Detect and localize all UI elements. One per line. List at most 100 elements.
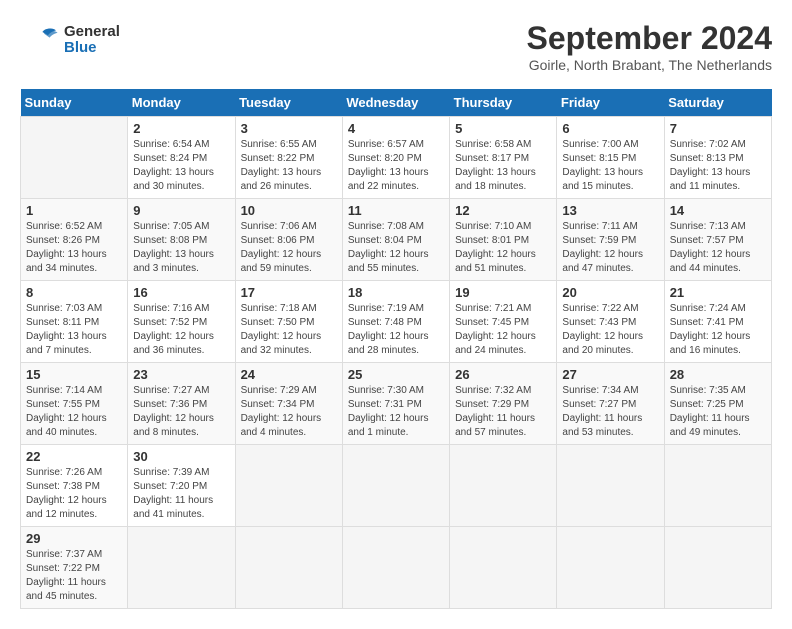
day-info: Sunrise: 7:06 AMSunset: 8:06 PMDaylight:… (241, 220, 337, 276)
calendar-cell: 16Sunrise: 7:16 AMSunset: 7:52 PMDayligh… (128, 281, 235, 363)
day-number: 1 (26, 203, 122, 218)
day-number: 22 (26, 449, 122, 464)
calendar-week-row: 1Sunrise: 6:52 AMSunset: 8:26 PMDaylight… (21, 199, 772, 281)
day-info: Sunrise: 6:57 AMSunset: 8:20 PMDaylight:… (348, 138, 444, 194)
calendar-header-row: SundayMondayTuesdayWednesdayThursdayFrid… (21, 89, 772, 117)
day-info: Sunrise: 7:22 AMSunset: 7:43 PMDaylight:… (562, 302, 658, 358)
day-number: 28 (670, 367, 766, 382)
day-number: 19 (455, 285, 551, 300)
day-number: 16 (133, 285, 229, 300)
calendar-cell: 28 Sunrise: 7:35 AMSunset: 7:25 PMDayligh… (664, 363, 771, 445)
day-info: Sunrise: 7:14 AMSunset: 7:55 PMDaylight:… (26, 384, 122, 440)
calendar-week-row: 29Sunrise: 7:37 AMSunset: 7:22 PMDayligh… (21, 527, 772, 609)
day-number: 5 (455, 121, 551, 136)
day-number: 20 (562, 285, 658, 300)
calendar-cell: 15 Sunrise: 7:14 AMSunset: 7:55 PMDayligh… (21, 363, 128, 445)
calendar-cell: 2Sunrise: 6:54 AMSunset: 8:24 PMDaylight… (128, 117, 235, 199)
day-number: 6 (562, 121, 658, 136)
calendar-cell: 20 Sunrise: 7:22 AMSunset: 7:43 PMDayligh… (557, 281, 664, 363)
day-number: 24 (241, 367, 337, 382)
day-number: 4 (348, 121, 444, 136)
day-info: Sunrise: 7:21 AMSunset: 7:45 PMDaylight:… (455, 302, 551, 358)
day-number: 3 (241, 121, 337, 136)
calendar-cell: 8 Sunrise: 7:03 AMSunset: 8:11 PMDaylight… (21, 281, 128, 363)
weekday-header: Thursday (450, 89, 557, 117)
weekday-header: Wednesday (342, 89, 449, 117)
weekday-header: Friday (557, 89, 664, 117)
day-number: 30 (133, 449, 229, 464)
calendar-week-row: 15 Sunrise: 7:14 AMSunset: 7:55 PMDayligh… (21, 363, 772, 445)
day-info: Sunrise: 6:55 AMSunset: 8:22 PMDaylight:… (241, 138, 337, 194)
weekday-header: Sunday (21, 89, 128, 117)
day-number: 29 (26, 531, 122, 546)
calendar-cell: 18Sunrise: 7:19 AMSunset: 7:48 PMDayligh… (342, 281, 449, 363)
calendar-cell: 5 Sunrise: 6:58 AMSunset: 8:17 PMDaylight… (450, 117, 557, 199)
day-info: Sunrise: 7:35 AMSunset: 7:25 PMDaylight:… (670, 384, 766, 440)
calendar-cell: 13 Sunrise: 7:11 AMSunset: 7:59 PMDayligh… (557, 199, 664, 281)
day-info: Sunrise: 7:27 AMSunset: 7:36 PMDaylight:… (133, 384, 229, 440)
calendar-cell: 19 Sunrise: 7:21 AMSunset: 7:45 PMDayligh… (450, 281, 557, 363)
day-info: Sunrise: 7:32 AMSunset: 7:29 PMDaylight:… (455, 384, 551, 440)
calendar-cell (664, 445, 771, 527)
calendar-cell: 24Sunrise: 7:29 AMSunset: 7:34 PMDayligh… (235, 363, 342, 445)
calendar-cell: 23 Sunrise: 7:27 AMSunset: 7:36 PMDayligh… (128, 363, 235, 445)
calendar-cell (235, 445, 342, 527)
calendar-cell: 30 Sunrise: 7:39 AMSunset: 7:20 PMDayligh… (128, 445, 235, 527)
day-number: 14 (670, 203, 766, 218)
calendar-cell: 21Sunrise: 7:24 AMSunset: 7:41 PMDayligh… (664, 281, 771, 363)
calendar-cell: 26 Sunrise: 7:32 AMSunset: 7:29 PMDayligh… (450, 363, 557, 445)
calendar-cell: 3 Sunrise: 6:55 AMSunset: 8:22 PMDaylight… (235, 117, 342, 199)
day-info: Sunrise: 7:02 AMSunset: 8:13 PMDaylight:… (670, 138, 766, 194)
day-info: Sunrise: 7:13 AMSunset: 7:57 PMDaylight:… (670, 220, 766, 276)
calendar-cell: 29Sunrise: 7:37 AMSunset: 7:22 PMDayligh… (21, 527, 128, 609)
day-number: 23 (133, 367, 229, 382)
calendar-cell: 9Sunrise: 7:05 AMSunset: 8:08 PMDaylight… (128, 199, 235, 281)
calendar-cell: 25 Sunrise: 7:30 AMSunset: 7:31 PMDayligh… (342, 363, 449, 445)
calendar-week-row: 8 Sunrise: 7:03 AMSunset: 8:11 PMDaylight… (21, 281, 772, 363)
calendar-cell: 4 Sunrise: 6:57 AMSunset: 8:20 PMDaylight… (342, 117, 449, 199)
day-info: Sunrise: 7:39 AMSunset: 7:20 PMDaylight:… (133, 466, 229, 522)
calendar-cell (450, 445, 557, 527)
day-info: Sunrise: 7:03 AMSunset: 8:11 PMDaylight:… (26, 302, 122, 358)
logo-bird-icon (20, 20, 60, 60)
logo-general: General (64, 24, 120, 41)
calendar-week-row: 22 Sunrise: 7:26 AMSunset: 7:38 PMDayligh… (21, 445, 772, 527)
logo-blue: Blue (64, 40, 120, 57)
day-number: 15 (26, 367, 122, 382)
day-number: 11 (348, 203, 444, 218)
calendar-cell (557, 527, 664, 609)
day-info: Sunrise: 6:58 AMSunset: 8:17 PMDaylight:… (455, 138, 551, 194)
page-header: General Blue September 2024 Goirle, Nort… (20, 20, 772, 73)
day-number: 26 (455, 367, 551, 382)
calendar-cell: 10Sunrise: 7:06 AMSunset: 8:06 PMDayligh… (235, 199, 342, 281)
calendar-cell: 6Sunrise: 7:00 AMSunset: 8:15 PMDaylight… (557, 117, 664, 199)
calendar-cell: 1Sunrise: 6:52 AMSunset: 8:26 PMDaylight… (21, 199, 128, 281)
calendar-cell (342, 445, 449, 527)
calendar-cell: 17Sunrise: 7:18 AMSunset: 7:50 PMDayligh… (235, 281, 342, 363)
day-info: Sunrise: 7:24 AMSunset: 7:41 PMDaylight:… (670, 302, 766, 358)
weekday-header: Monday (128, 89, 235, 117)
day-info: Sunrise: 7:10 AMSunset: 8:01 PMDaylight:… (455, 220, 551, 276)
calendar-cell (557, 445, 664, 527)
day-info: Sunrise: 7:05 AMSunset: 8:08 PMDaylight:… (133, 220, 229, 276)
day-info: Sunrise: 7:26 AMSunset: 7:38 PMDaylight:… (26, 466, 122, 522)
calendar-week-row: 2Sunrise: 6:54 AMSunset: 8:24 PMDaylight… (21, 117, 772, 199)
day-info: Sunrise: 7:11 AMSunset: 7:59 PMDaylight:… (562, 220, 658, 276)
calendar-table: SundayMondayTuesdayWednesdayThursdayFrid… (20, 89, 772, 609)
calendar-cell (235, 527, 342, 609)
logo: General Blue (20, 20, 120, 60)
logo-text: General Blue (64, 24, 120, 57)
weekday-header: Tuesday (235, 89, 342, 117)
day-number: 17 (241, 285, 337, 300)
day-info: Sunrise: 7:30 AMSunset: 7:31 PMDaylight:… (348, 384, 444, 440)
calendar-cell (128, 527, 235, 609)
weekday-header: Saturday (664, 89, 771, 117)
day-info: Sunrise: 7:34 AMSunset: 7:27 PMDaylight:… (562, 384, 658, 440)
day-number: 25 (348, 367, 444, 382)
calendar-cell: 12 Sunrise: 7:10 AMSunset: 8:01 PMDayligh… (450, 199, 557, 281)
day-number: 12 (455, 203, 551, 218)
title-block: September 2024 Goirle, North Brabant, Th… (527, 20, 772, 73)
day-info: Sunrise: 7:19 AMSunset: 7:48 PMDaylight:… (348, 302, 444, 358)
day-number: 8 (26, 285, 122, 300)
day-number: 13 (562, 203, 658, 218)
